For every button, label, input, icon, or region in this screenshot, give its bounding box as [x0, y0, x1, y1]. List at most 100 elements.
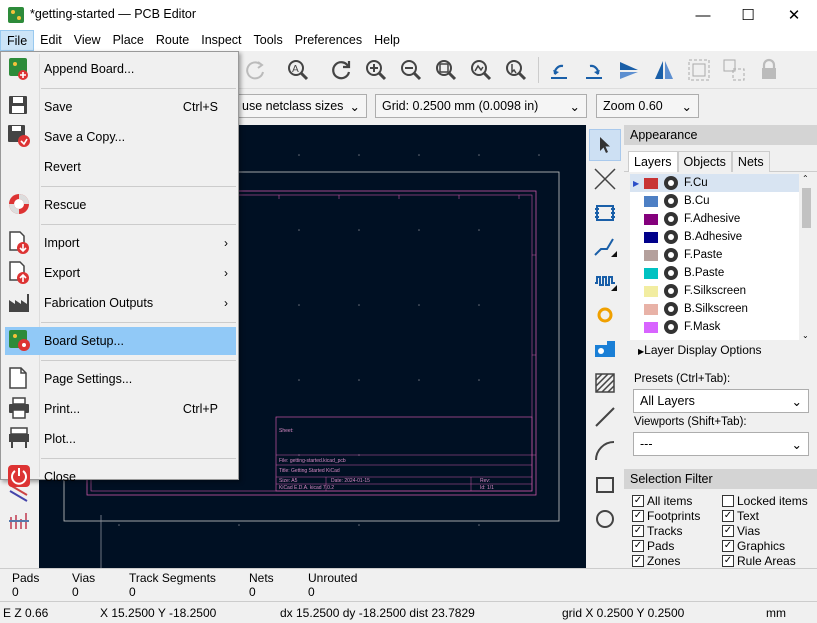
menu-inspect[interactable]: Inspect	[195, 30, 247, 51]
route-track-tool[interactable]	[589, 231, 621, 263]
menu-item-board-setup[interactable]: Board Setup...	[5, 327, 236, 355]
layer-display-options-toggle[interactable]: ▶Layer Display Options	[638, 343, 762, 357]
layer-row[interactable]: ▶ F.Cu	[630, 174, 799, 192]
menu-edit[interactable]: Edit	[34, 30, 68, 51]
group-icon[interactable]	[684, 55, 714, 85]
selection-filter-item[interactable]: ✓ Zones	[632, 553, 680, 568]
tab-objects[interactable]: Objects	[677, 151, 732, 172]
layer-color-swatch[interactable]	[644, 195, 658, 207]
menu-help[interactable]: Help	[368, 30, 406, 51]
mirror-icon[interactable]	[649, 55, 679, 85]
zoom-select[interactable]: Zoom 0.60 ⌄	[596, 94, 699, 118]
eye-icon[interactable]	[664, 212, 678, 226]
tab-layers[interactable]: Layers	[628, 151, 678, 172]
refresh-icon[interactable]	[326, 55, 356, 85]
eye-icon[interactable]	[664, 176, 678, 190]
menu-route[interactable]: Route	[150, 30, 195, 51]
find-icon[interactable]: A	[283, 55, 313, 85]
select-tool[interactable]	[589, 129, 621, 161]
add-zone-tool[interactable]	[589, 333, 621, 365]
eye-icon[interactable]	[664, 320, 678, 334]
layer-color-swatch[interactable]	[644, 321, 658, 333]
local-ratsnest-tool[interactable]	[589, 163, 621, 195]
selection-filter-item[interactable]: ✓ Vias	[722, 523, 760, 538]
selection-filter-item[interactable]: ✓ Tracks	[632, 523, 683, 538]
draw-circle-tool[interactable]	[589, 503, 621, 535]
menu-item-rescue[interactable]: Rescue	[1, 191, 238, 219]
menu-tools[interactable]: Tools	[248, 30, 289, 51]
layer-color-swatch[interactable]	[644, 249, 658, 261]
selection-filter-item[interactable]: ✓ Text	[722, 508, 759, 523]
checkbox-unchecked[interactable]	[722, 494, 734, 507]
add-footprint-tool[interactable]	[589, 197, 621, 229]
checkbox-checked[interactable]: ✓	[722, 509, 734, 522]
layer-row[interactable]: F.Mask	[630, 318, 799, 336]
rotate-cw-icon[interactable]	[579, 55, 609, 85]
layer-color-swatch[interactable]	[644, 303, 658, 315]
eye-icon[interactable]	[664, 230, 678, 244]
zoom-selection-icon[interactable]	[501, 55, 531, 85]
selection-filter-item[interactable]: Locked items	[722, 493, 808, 508]
menu-file[interactable]: File	[0, 30, 35, 51]
menu-item-page-settings[interactable]: Page Settings...	[1, 365, 238, 393]
menu-item-save[interactable]: Save Ctrl+S	[1, 93, 238, 121]
menu-item-append-board[interactable]: Append Board...	[1, 55, 238, 83]
eye-icon[interactable]	[664, 266, 678, 280]
zoom-out-icon[interactable]	[396, 55, 426, 85]
draw-line-tool[interactable]	[589, 401, 621, 433]
menu-item-fabrication-outputs[interactable]: Fabrication Outputs ›	[1, 289, 238, 317]
layer-color-swatch[interactable]	[644, 231, 658, 243]
checkbox-checked[interactable]: ✓	[632, 554, 644, 567]
selection-filter-item[interactable]: ✓ Rule Areas	[722, 553, 796, 568]
redo-icon[interactable]	[240, 55, 270, 85]
eye-icon[interactable]	[664, 284, 678, 298]
tune-length-tool[interactable]	[589, 265, 621, 297]
selection-filter-item[interactable]: ✓ All items	[632, 493, 692, 508]
checkbox-checked[interactable]: ✓	[722, 539, 734, 552]
layer-row[interactable]: B.Silkscreen	[630, 300, 799, 318]
close-window-button[interactable]: ✕	[771, 0, 817, 30]
zoom-in-icon[interactable]	[361, 55, 391, 85]
layer-list-scrollbar[interactable]: ⌃ ⌄	[799, 174, 814, 340]
layer-color-swatch[interactable]	[644, 213, 658, 225]
zoom-objects-icon[interactable]	[466, 55, 496, 85]
layer-row[interactable]: F.Paste	[630, 246, 799, 264]
menu-item-save-a-copy[interactable]: Save a Copy...	[1, 123, 238, 151]
menu-item-plot[interactable]: Plot...	[1, 425, 238, 453]
layer-color-swatch[interactable]	[644, 285, 658, 297]
checkbox-checked[interactable]: ✓	[722, 524, 734, 537]
checkbox-checked[interactable]: ✓	[722, 554, 734, 567]
menu-place[interactable]: Place	[107, 30, 150, 51]
flip-board-icon[interactable]	[614, 55, 644, 85]
selection-filter-item[interactable]: ✓ Graphics	[722, 538, 785, 553]
zoom-fit-icon[interactable]	[431, 55, 461, 85]
draw-rectangle-tool[interactable]	[589, 469, 621, 501]
maximize-button[interactable]: ☐	[725, 0, 771, 30]
menu-item-import[interactable]: Import ›	[1, 229, 238, 257]
layer-row[interactable]: F.Adhesive	[630, 210, 799, 228]
layer-row[interactable]: F.Silkscreen	[630, 282, 799, 300]
layer-color-swatch[interactable]	[644, 177, 658, 189]
menu-item-close[interactable]: Close	[1, 463, 238, 491]
grid-select[interactable]: Grid: 0.2500 mm (0.0098 in) ⌄	[375, 94, 587, 118]
draw-arc-tool[interactable]	[589, 435, 621, 467]
layer-row[interactable]: B.Cu	[630, 192, 799, 210]
layer-row[interactable]: B.Paste	[630, 264, 799, 282]
checkbox-checked[interactable]: ✓	[632, 509, 644, 522]
add-via-tool[interactable]	[589, 299, 621, 331]
presets-select[interactable]: All Layers ⌄	[633, 389, 809, 413]
layer-color-swatch[interactable]	[644, 267, 658, 279]
net-inspector-icon[interactable]	[4, 506, 34, 536]
layer-row[interactable]: B.Adhesive	[630, 228, 799, 246]
eye-icon[interactable]	[664, 302, 678, 316]
rotate-ccw-icon[interactable]	[544, 55, 574, 85]
rule-area-tool[interactable]	[589, 367, 621, 399]
selection-filter-item[interactable]: ✓ Pads	[632, 538, 674, 553]
track-width-select[interactable]: use netclass sizes ⌄	[235, 94, 367, 118]
checkbox-checked[interactable]: ✓	[632, 539, 644, 552]
viewports-select[interactable]: --- ⌄	[633, 432, 809, 456]
selection-filter-item[interactable]: ✓ Footprints	[632, 508, 700, 523]
lock-icon[interactable]	[754, 55, 784, 85]
ungroup-icon[interactable]	[719, 55, 749, 85]
tab-nets[interactable]: Nets	[731, 151, 770, 172]
